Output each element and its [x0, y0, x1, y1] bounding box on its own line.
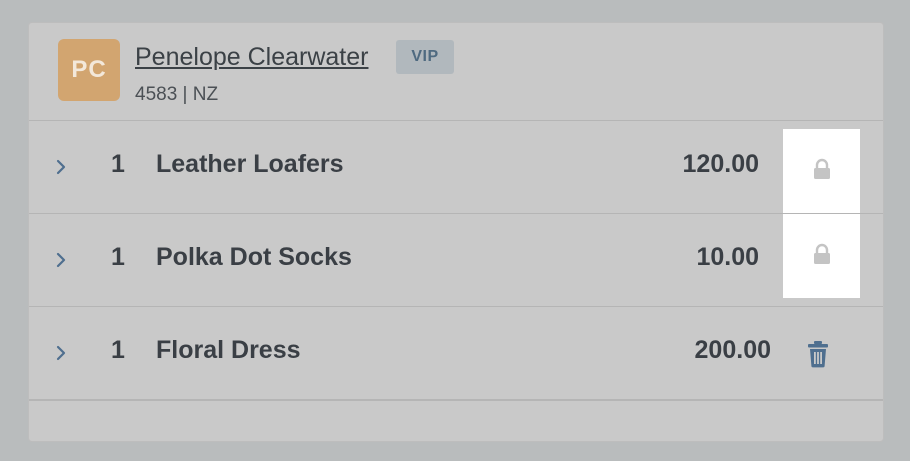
chevron-right-icon[interactable]	[53, 339, 71, 367]
customer-name-link[interactable]: Penelope Clearwater	[135, 43, 368, 72]
line-item-row[interactable]: 1 Leather Loafers 120.00	[29, 121, 883, 214]
avatar: PC	[58, 39, 120, 101]
trash-icon[interactable]	[806, 340, 830, 368]
item-name: Leather Loafers	[156, 150, 344, 178]
item-price: 200.00	[694, 336, 771, 364]
item-quantity: 1	[111, 150, 125, 178]
lock-button	[783, 129, 860, 213]
line-item-row	[29, 400, 883, 461]
item-price: 120.00	[682, 150, 759, 178]
lock-icon	[812, 158, 832, 185]
item-quantity: 1	[111, 243, 125, 271]
customer-header: PC Penelope Clearwater VIP 4583 | NZ	[29, 23, 883, 121]
customer-meta: 4583 | NZ	[135, 84, 219, 105]
line-item-row[interactable]: 1 Floral Dress 200.00	[29, 307, 883, 400]
line-item-row[interactable]: 1 Polka Dot Socks 10.00	[29, 214, 883, 307]
item-quantity: 1	[111, 336, 125, 364]
lock-icon	[812, 243, 832, 270]
chevron-right-icon[interactable]	[53, 246, 71, 274]
lock-button	[783, 214, 860, 298]
chevron-right-icon[interactable]	[53, 153, 71, 181]
vip-badge: VIP	[396, 40, 454, 74]
cart-panel: PC Penelope Clearwater VIP 4583 | NZ 1 L…	[28, 22, 884, 442]
item-name: Polka Dot Socks	[156, 243, 352, 271]
item-price: 10.00	[696, 243, 759, 271]
item-name: Floral Dress	[156, 336, 301, 364]
